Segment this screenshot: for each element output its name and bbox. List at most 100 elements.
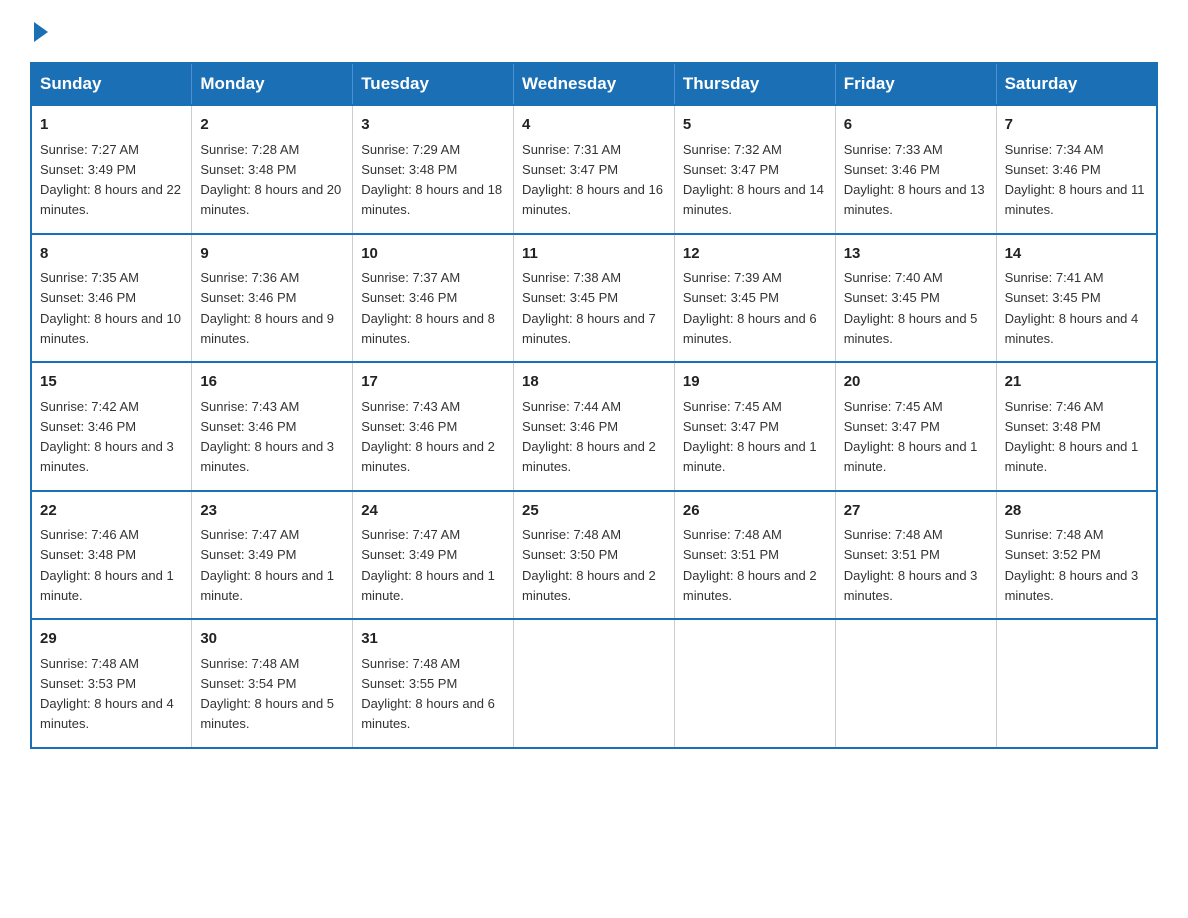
calendar-day-cell: 16 Sunrise: 7:43 AMSunset: 3:46 PMDayligh… [192,362,353,491]
day-number: 28 [1005,500,1148,523]
calendar-day-cell: 31Sunrise: 7:48 AMSunset: 3:55 PMDayligh… [353,619,514,748]
day-info: Sunrise: 7:48 AMSunset: 3:54 PMDaylight:… [200,656,334,732]
calendar-week-row: 29 Sunrise: 7:48 AMSunset: 3:53 PMDayligh… [31,619,1157,748]
calendar-day-cell: 21 Sunrise: 7:46 AMSunset: 3:48 PMDayligh… [996,362,1157,491]
day-number: 8 [40,243,183,266]
day-info: Sunrise: 7:39 AMSunset: 3:45 PMDaylight:… [683,270,817,346]
calendar-day-cell: 29 Sunrise: 7:48 AMSunset: 3:53 PMDayligh… [31,619,192,748]
calendar-day-cell [674,619,835,748]
day-number: 10 [361,243,505,266]
day-number: 1 [40,114,183,137]
calendar-day-cell: 17 Sunrise: 7:43 AMSunset: 3:46 PMDayligh… [353,362,514,491]
day-number: 23 [200,500,344,523]
day-info: Sunrise: 7:47 AMSunset: 3:49 PMDaylight:… [361,527,495,603]
day-info: Sunrise: 7:48 AMSunset: 3:52 PMDaylight:… [1005,527,1139,603]
calendar-week-row: 22Sunrise: 7:46 AMSunset: 3:48 PMDayligh… [31,491,1157,620]
day-info: Sunrise: 7:47 AMSunset: 3:49 PMDaylight:… [200,527,334,603]
day-number: 13 [844,243,988,266]
calendar-day-cell: 8 Sunrise: 7:35 AMSunset: 3:46 PMDaylight… [31,234,192,363]
day-info: Sunrise: 7:40 AMSunset: 3:45 PMDaylight:… [844,270,978,346]
day-info: Sunrise: 7:46 AMSunset: 3:48 PMDaylight:… [1005,399,1139,475]
calendar-header-sunday: Sunday [31,63,192,105]
day-number: 21 [1005,371,1148,394]
day-number: 12 [683,243,827,266]
day-number: 24 [361,500,505,523]
day-info: Sunrise: 7:48 AMSunset: 3:50 PMDaylight:… [522,527,656,603]
calendar-header-thursday: Thursday [674,63,835,105]
calendar-week-row: 8 Sunrise: 7:35 AMSunset: 3:46 PMDaylight… [31,234,1157,363]
calendar-day-cell: 10 Sunrise: 7:37 AMSunset: 3:46 PMDayligh… [353,234,514,363]
calendar-header-monday: Monday [192,63,353,105]
day-info: Sunrise: 7:37 AMSunset: 3:46 PMDaylight:… [361,270,495,346]
day-info: Sunrise: 7:33 AMSunset: 3:46 PMDaylight:… [844,142,985,218]
calendar-day-cell: 4 Sunrise: 7:31 AMSunset: 3:47 PMDaylight… [514,105,675,234]
day-info: Sunrise: 7:48 AMSunset: 3:53 PMDaylight:… [40,656,174,732]
day-number: 6 [844,114,988,137]
day-info: Sunrise: 7:43 AMSunset: 3:46 PMDaylight:… [200,399,334,475]
day-info: Sunrise: 7:48 AMSunset: 3:55 PMDaylight:… [361,656,495,732]
calendar-day-cell: 12 Sunrise: 7:39 AMSunset: 3:45 PMDayligh… [674,234,835,363]
day-number: 9 [200,243,344,266]
day-number: 29 [40,628,183,651]
calendar-day-cell [996,619,1157,748]
calendar-day-cell: 3Sunrise: 7:29 AMSunset: 3:48 PMDaylight… [353,105,514,234]
calendar-day-cell [835,619,996,748]
day-info: Sunrise: 7:28 AMSunset: 3:48 PMDaylight:… [200,142,341,218]
calendar-day-cell: 27Sunrise: 7:48 AMSunset: 3:51 PMDayligh… [835,491,996,620]
day-number: 20 [844,371,988,394]
calendar-day-cell: 24 Sunrise: 7:47 AMSunset: 3:49 PMDayligh… [353,491,514,620]
calendar-day-cell: 13 Sunrise: 7:40 AMSunset: 3:45 PMDayligh… [835,234,996,363]
day-info: Sunrise: 7:29 AMSunset: 3:48 PMDaylight:… [361,142,502,218]
day-info: Sunrise: 7:45 AMSunset: 3:47 PMDaylight:… [683,399,817,475]
calendar-day-cell: 19 Sunrise: 7:45 AMSunset: 3:47 PMDayligh… [674,362,835,491]
day-number: 16 [200,371,344,394]
day-number: 26 [683,500,827,523]
day-info: Sunrise: 7:42 AMSunset: 3:46 PMDaylight:… [40,399,174,475]
calendar-day-cell: 11Sunrise: 7:38 AMSunset: 3:45 PMDayligh… [514,234,675,363]
day-info: Sunrise: 7:43 AMSunset: 3:46 PMDaylight:… [361,399,495,475]
calendar-day-cell: 9 Sunrise: 7:36 AMSunset: 3:46 PMDaylight… [192,234,353,363]
calendar-day-cell: 28 Sunrise: 7:48 AMSunset: 3:52 PMDayligh… [996,491,1157,620]
day-info: Sunrise: 7:38 AMSunset: 3:45 PMDaylight:… [522,270,656,346]
calendar-header-row: SundayMondayTuesdayWednesdayThursdayFrid… [31,63,1157,105]
day-number: 15 [40,371,183,394]
day-number: 30 [200,628,344,651]
day-info: Sunrise: 7:48 AMSunset: 3:51 PMDaylight:… [683,527,817,603]
calendar-header-friday: Friday [835,63,996,105]
calendar-day-cell: 26 Sunrise: 7:48 AMSunset: 3:51 PMDayligh… [674,491,835,620]
calendar-day-cell: 2 Sunrise: 7:28 AMSunset: 3:48 PMDaylight… [192,105,353,234]
calendar-day-cell: 22Sunrise: 7:46 AMSunset: 3:48 PMDayligh… [31,491,192,620]
day-number: 4 [522,114,666,137]
day-number: 14 [1005,243,1148,266]
day-info: Sunrise: 7:34 AMSunset: 3:46 PMDaylight:… [1005,142,1145,218]
day-number: 22 [40,500,183,523]
day-info: Sunrise: 7:32 AMSunset: 3:47 PMDaylight:… [683,142,824,218]
calendar-header-saturday: Saturday [996,63,1157,105]
day-info: Sunrise: 7:36 AMSunset: 3:46 PMDaylight:… [200,270,334,346]
calendar-day-cell: 18 Sunrise: 7:44 AMSunset: 3:46 PMDayligh… [514,362,675,491]
calendar-day-cell: 23 Sunrise: 7:47 AMSunset: 3:49 PMDayligh… [192,491,353,620]
calendar-header-wednesday: Wednesday [514,63,675,105]
day-info: Sunrise: 7:44 AMSunset: 3:46 PMDaylight:… [522,399,656,475]
calendar-header-tuesday: Tuesday [353,63,514,105]
day-number: 17 [361,371,505,394]
day-number: 18 [522,371,666,394]
logo [30,20,48,42]
day-info: Sunrise: 7:35 AMSunset: 3:46 PMDaylight:… [40,270,181,346]
calendar-day-cell: 25 Sunrise: 7:48 AMSunset: 3:50 PMDayligh… [514,491,675,620]
calendar-day-cell: 15 Sunrise: 7:42 AMSunset: 3:46 PMDayligh… [31,362,192,491]
day-number: 7 [1005,114,1148,137]
day-info: Sunrise: 7:41 AMSunset: 3:45 PMDaylight:… [1005,270,1139,346]
day-info: Sunrise: 7:27 AMSunset: 3:49 PMDaylight:… [40,142,181,218]
day-number: 25 [522,500,666,523]
day-number: 5 [683,114,827,137]
calendar-day-cell: 30 Sunrise: 7:48 AMSunset: 3:54 PMDayligh… [192,619,353,748]
day-number: 19 [683,371,827,394]
calendar-day-cell: 6 Sunrise: 7:33 AMSunset: 3:46 PMDaylight… [835,105,996,234]
calendar-week-row: 15 Sunrise: 7:42 AMSunset: 3:46 PMDayligh… [31,362,1157,491]
day-info: Sunrise: 7:45 AMSunset: 3:47 PMDaylight:… [844,399,978,475]
calendar-day-cell: 1 Sunrise: 7:27 AMSunset: 3:49 PMDaylight… [31,105,192,234]
day-number: 2 [200,114,344,137]
day-info: Sunrise: 7:31 AMSunset: 3:47 PMDaylight:… [522,142,663,218]
day-number: 27 [844,500,988,523]
